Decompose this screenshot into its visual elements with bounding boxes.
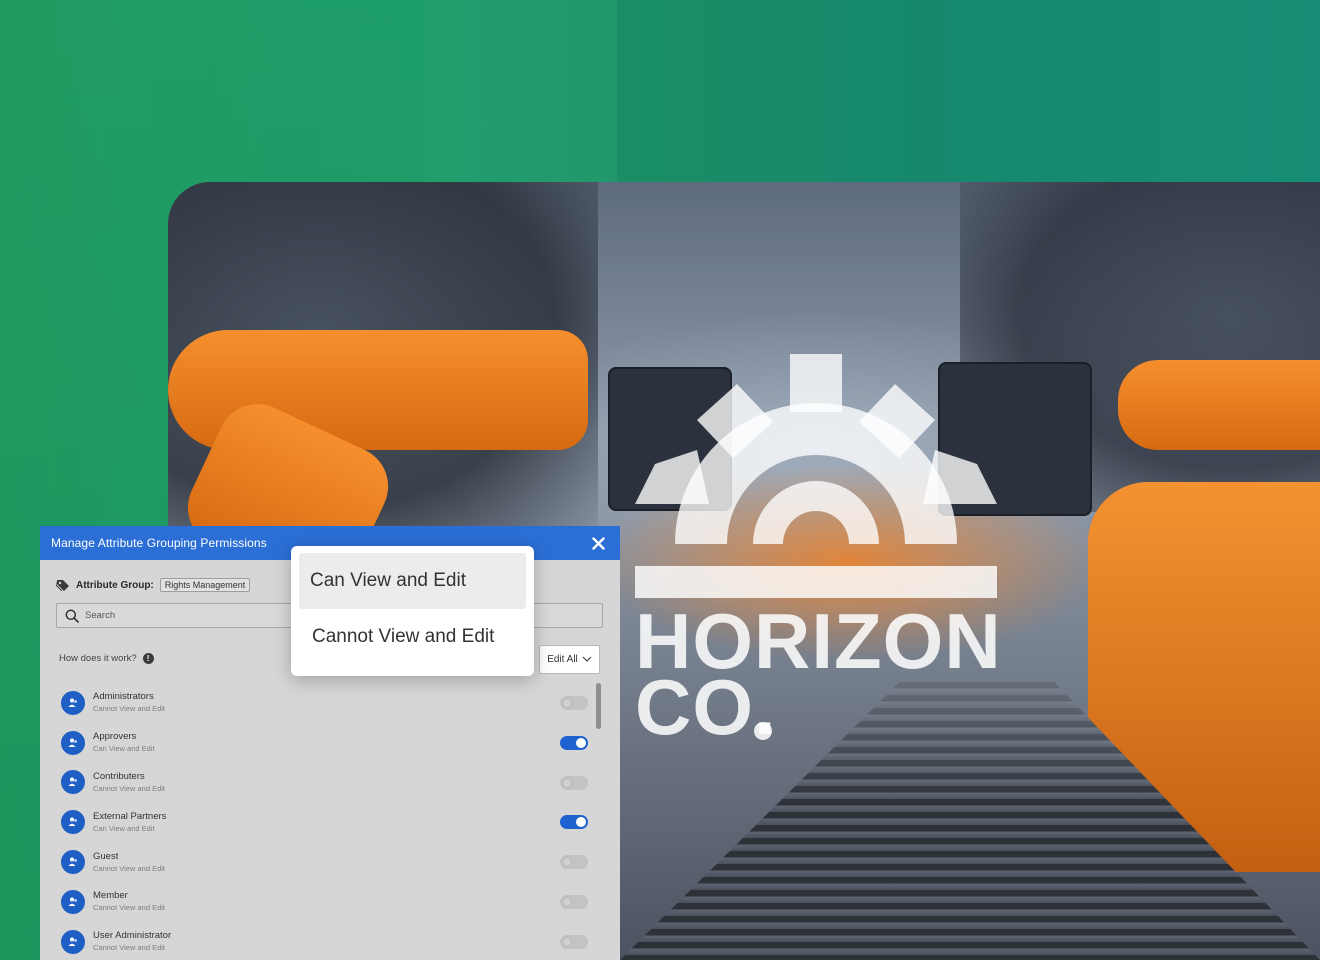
info-icon[interactable]: !: [142, 653, 154, 664]
role-status: Cannot View and Edit: [93, 943, 165, 953]
role-name: Guest: [93, 850, 119, 862]
permission-toggle[interactable]: [560, 934, 588, 949]
role-item: Administrators Cannot View and Edit: [61, 683, 601, 723]
help-link[interactable]: How does it work?: [59, 653, 137, 664]
user-group-icon: [61, 889, 85, 914]
edit-all-dropdown[interactable]: Edit All: [539, 645, 600, 674]
user-group-icon: [61, 730, 85, 755]
role-item: Contributers Cannot View and Edit: [61, 763, 601, 803]
search-placeholder: Search: [85, 610, 116, 621]
user-group-icon: [61, 850, 85, 875]
role-list: Administrators Cannot View and Edit Appr…: [61, 683, 601, 960]
role-name: Administrators: [93, 691, 154, 703]
robot-arm-right: [1118, 360, 1320, 450]
attribute-group-label: Attribute Group:: [76, 579, 154, 591]
logo-wordmark: HORIZON CO.: [635, 602, 1002, 746]
user-group-icon: [61, 770, 85, 795]
role-status: Cannot View and Edit: [93, 704, 165, 714]
close-icon: [591, 536, 605, 550]
role-status: Can View and Edit: [93, 823, 155, 833]
permission-toggle[interactable]: [560, 894, 588, 909]
close-button[interactable]: [590, 535, 606, 551]
role-name: User Administrator: [93, 930, 172, 942]
role-item: Guest Cannot View and Edit: [61, 842, 601, 882]
role-item: User Administrator Cannot View and Edit: [61, 922, 601, 960]
role-status: Can View and Edit: [93, 744, 155, 754]
scrollbar[interactable]: [596, 683, 601, 729]
attribute-group-row: Attribute Group: Rights Management: [56, 578, 251, 592]
permission-toggle[interactable]: [560, 815, 588, 830]
user-group-icon: [61, 929, 85, 954]
role-item: External Partners Can View and Edit: [61, 802, 601, 842]
tag-icon: [56, 580, 69, 591]
dropdown-option-cannot-view-edit[interactable]: Cannot View and Edit: [299, 609, 526, 665]
role-item: Approvers Can View and Edit: [61, 723, 601, 763]
edit-all-label: Edit All: [547, 654, 578, 665]
user-group-icon: [61, 690, 85, 715]
role-item: Member Cannot View and Edit: [61, 882, 601, 922]
dropdown-option-can-view-edit[interactable]: Can View and Edit: [299, 553, 526, 609]
role-name: External Partners: [93, 810, 167, 822]
role-status: Cannot View and Edit: [93, 903, 165, 913]
role-status: Cannot View and Edit: [93, 863, 165, 873]
search-icon: [65, 609, 79, 623]
user-group-icon: [61, 810, 85, 835]
logo-dot: [754, 722, 772, 740]
permission-toggle[interactable]: [560, 775, 588, 790]
logo-divider-bar: [635, 566, 997, 598]
permission-dropdown-menu: Can View and Edit Cannot View and Edit: [291, 546, 534, 676]
role-status: Cannot View and Edit: [93, 783, 165, 793]
attribute-group-chip: Rights Management: [159, 578, 251, 592]
role-name: Approvers: [93, 731, 137, 743]
permission-toggle[interactable]: [560, 735, 588, 750]
modal-title: Manage Attribute Grouping Permissions: [51, 536, 267, 550]
chevron-down-icon: [582, 656, 592, 662]
help-row: How does it work? !: [59, 653, 154, 664]
permission-toggle[interactable]: [560, 855, 588, 870]
role-name: Contributers: [93, 770, 145, 782]
role-name: Member: [93, 890, 128, 902]
horizon-gear-logo-icon: [635, 354, 997, 544]
permission-toggle[interactable]: [560, 696, 588, 710]
